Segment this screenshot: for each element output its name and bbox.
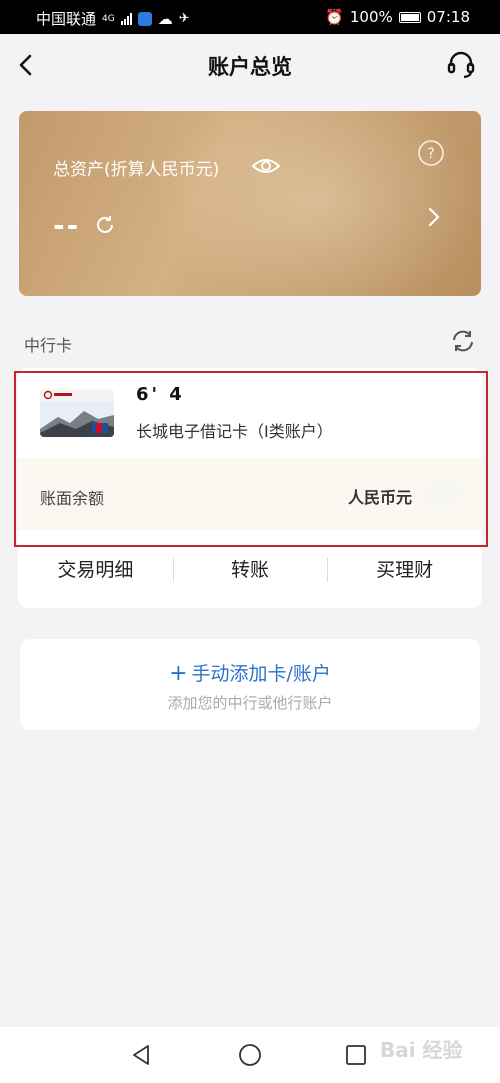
nav-back-icon[interactable] — [130, 1043, 154, 1067]
status-bar: 中国联通 4G ☁ ✈ ⏰ 100% 07:18 — [0, 0, 500, 34]
notification-icon: ✈ — [178, 11, 190, 26]
transaction-details-button[interactable]: 交易明细 — [18, 550, 173, 590]
svg-text:?: ? — [427, 146, 434, 162]
buy-wealth-button[interactable]: 买理财 — [327, 550, 482, 590]
transfer-button[interactable]: 转账 — [172, 550, 328, 590]
card-actions: 交易明细 转账 买理财 — [18, 550, 482, 590]
clock-time: 07:18 — [426, 8, 470, 26]
add-card-label: 手动添加卡/账户 — [191, 663, 331, 685]
shield-app-icon — [137, 11, 152, 26]
total-assets-card[interactable]: 总资产(折算人民币元) ? -- — [19, 111, 481, 296]
carrier-name: 中国联通 — [36, 10, 97, 28]
highlight-annotation — [14, 371, 488, 547]
plus-icon: + — [169, 661, 188, 686]
page-title: 账户总览 — [208, 55, 292, 79]
total-assets-value: -- — [53, 209, 81, 242]
cloud-icon: ☁ — [157, 9, 173, 28]
network-type: 4G — [102, 13, 115, 24]
watermark-text: Bai 经验 — [380, 1038, 463, 1062]
battery-percent: 100% — [349, 8, 393, 26]
sync-icon[interactable] — [450, 328, 476, 354]
add-card-subtitle: 添加您的中行或他行账户 — [167, 694, 333, 712]
nav-recent-apps-icon[interactable] — [345, 1044, 367, 1066]
battery-icon — [398, 11, 421, 23]
refresh-icon[interactable] — [94, 214, 116, 236]
chevron-right-icon[interactable] — [425, 205, 443, 229]
headset-icon[interactable] — [444, 48, 478, 82]
add-card-title: + 手动添加卡/账户 — [20, 659, 480, 686]
add-card-button[interactable]: + 手动添加卡/账户 添加您的中行或他行账户 — [20, 639, 480, 730]
help-icon[interactable]: ? — [417, 139, 445, 167]
app-header: 账户总览 — [0, 34, 500, 98]
eye-icon[interactable] — [251, 154, 281, 178]
signal-icon — [120, 12, 132, 25]
alarm-icon: ⏰ — [325, 8, 344, 26]
total-assets-label: 总资产(折算人民币元) — [53, 160, 220, 180]
nav-home-icon[interactable] — [238, 1043, 262, 1067]
section-label-boc-cards: 中行卡 — [24, 336, 73, 355]
